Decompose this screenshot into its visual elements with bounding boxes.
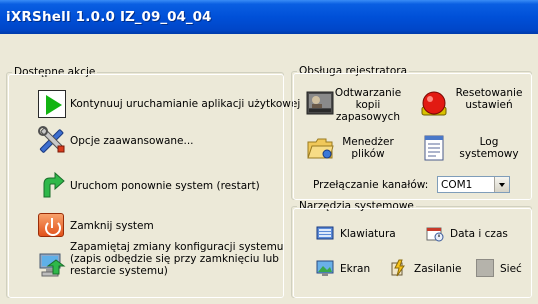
registry-group-title: Obsługa rejestratora [297,65,410,77]
restart-arrow-icon[interactable] [38,171,66,199]
folder-icon[interactable] [306,134,334,162]
reset-line-1[interactable]: Resetowanie [449,87,529,99]
system-log-line-1[interactable]: Log [449,136,529,148]
playback-line-3[interactable]: zapasowych [334,111,402,123]
play-icon[interactable] [38,90,66,118]
screen-label[interactable]: Ekran [340,263,370,275]
tools-group-title: Narzędzia systemowe [297,200,416,212]
continue-app-label[interactable]: Kontynuuj uruchamianie aplikacji użytkow… [70,98,300,110]
title-bar: iXRShell 1.0.0 IZ_09_04_04 [0,0,538,34]
log-notepad-icon[interactable] [420,134,448,162]
restart-label[interactable]: Uruchom ponownie system (restart) [70,180,260,192]
save-computer-icon[interactable] [38,250,66,278]
display-icon[interactable] [316,259,334,277]
keyboard-label[interactable]: Klawiatura [340,228,396,240]
red-alarm-button-icon[interactable] [420,89,448,117]
tools-group: Narzędzia systemowe [291,200,532,298]
datetime-icon[interactable] [426,224,444,242]
actions-group-title: Dostępne akcje [12,66,98,78]
save-config-line-3[interactable]: restarcie systemu) [70,265,168,277]
power-supply-icon[interactable] [390,259,408,277]
file-manager-line-1[interactable]: Menedżer [334,136,402,148]
build-id: IZ_09_04_04 [120,9,212,25]
advanced-options-label[interactable]: Opcje zaawansowane... [70,135,194,147]
power-label[interactable]: Zasilanie [414,263,461,275]
tools-icon[interactable] [38,126,66,154]
channel-select-value: COM1 [441,179,473,191]
playback-line-2[interactable]: kopii [334,99,402,111]
datetime-label[interactable]: Data i czas [450,228,508,240]
app-title: iXRShell 1.0.0 [6,9,116,25]
channel-select[interactable]: COM1 [437,176,510,193]
save-config-line-1[interactable]: Zapamiętaj zmiany konfiguracji systemu [70,241,283,253]
channel-switch-label: Przełączanie kanałów: [313,179,429,191]
reset-line-2[interactable]: ustawień [449,99,529,111]
network-icon[interactable] [476,259,494,277]
shutdown-label[interactable]: Zamknij system [70,220,154,232]
network-label[interactable]: Sieć [500,263,522,275]
keyboard-icon[interactable] [316,224,334,242]
system-log-line-2[interactable]: systemowy [449,148,529,160]
chevron-down-icon[interactable] [494,177,509,192]
playback-line-1[interactable]: Odtwarzanie [334,87,402,99]
power-icon[interactable] [38,213,64,237]
save-config-line-2[interactable]: (zapis odbędzie się przy zamknięciu lub [70,253,279,265]
video-playback-icon[interactable] [306,89,334,117]
file-manager-line-2[interactable]: plików [334,148,402,160]
